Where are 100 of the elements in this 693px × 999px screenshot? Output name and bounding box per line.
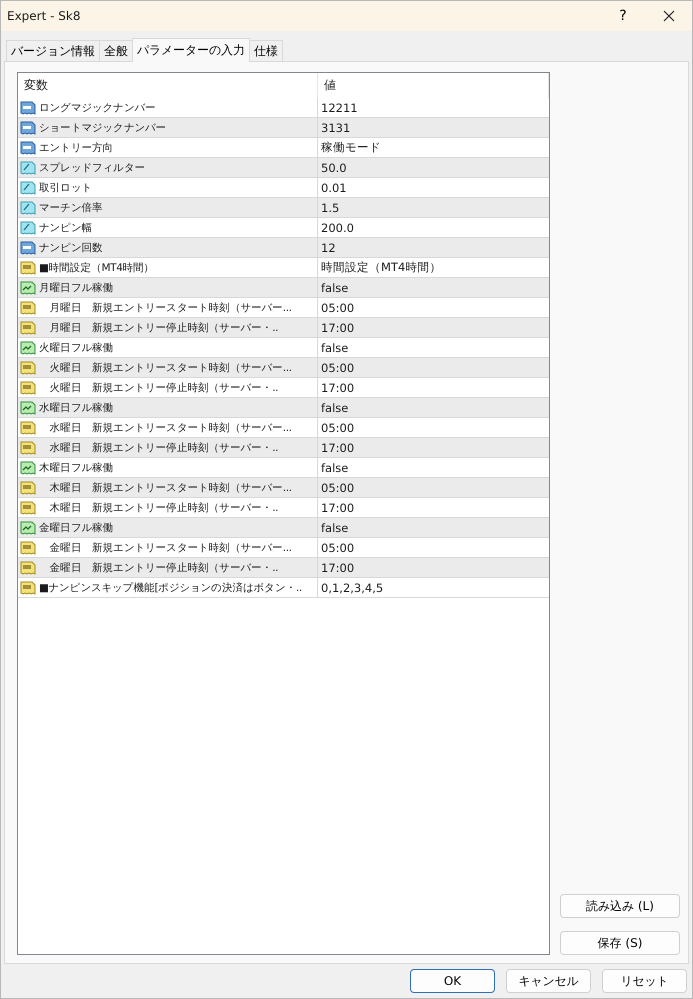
tab[interactable]: バージョン情報 xyxy=(6,40,100,61)
parameter-value: 05:00 xyxy=(320,360,356,376)
parameter-name: ショートマジックナンバー xyxy=(39,120,166,134)
parameter-value: 17:00 xyxy=(320,380,356,396)
tab[interactable]: パラメーターの入力 xyxy=(132,38,250,62)
parameter-name: 水曜日フル稼働 xyxy=(39,400,114,414)
integer-icon xyxy=(20,120,36,136)
toggle-icon xyxy=(20,460,36,476)
text-icon xyxy=(20,540,36,556)
parameter-name: 木曜日 新規エントリースタート時刻（サーバー... xyxy=(48,480,292,494)
parameter-value: 200.0 xyxy=(320,220,355,236)
parameter-value: 12211 xyxy=(320,100,359,116)
table-row[interactable]: ■ナンピンスキップ機能[ポジションの決済はボタン・.. 0,1,2,3,4,5 xyxy=(18,578,549,598)
parameter-name: ■時間設定（MT4時間） xyxy=(39,260,154,274)
table-row[interactable]: ロングマジックナンバー 12211 xyxy=(18,98,549,118)
parameter-value: 05:00 xyxy=(320,300,356,316)
parameter-name: 水曜日 新規エントリースタート時刻（サーバー... xyxy=(48,420,292,434)
fraction-icon xyxy=(20,220,36,236)
parameter-value: 17:00 xyxy=(320,560,356,576)
toggle-icon xyxy=(20,340,36,356)
close-icon xyxy=(663,10,675,22)
parameter-value: false xyxy=(320,400,350,416)
text-icon xyxy=(20,320,36,336)
parameter-name: エントリー方向 xyxy=(39,140,114,154)
table-row[interactable]: 水曜日 新規エントリー停止時刻（サーバー・.. 17:00 xyxy=(18,438,549,458)
parameter-value: 12 xyxy=(320,240,337,256)
parameter-name: 水曜日 新規エントリー停止時刻（サーバー・.. xyxy=(48,440,278,454)
parameter-name: 取引ロット xyxy=(39,180,92,194)
table-row[interactable]: 月曜日フル稼働 false xyxy=(18,278,549,298)
parameter-name: ロングマジックナンバー xyxy=(39,100,156,114)
save-button[interactable]: 保存 (S) xyxy=(560,931,680,955)
parameter-value: 05:00 xyxy=(320,540,356,556)
table-row[interactable]: 金曜日 新規エントリースタート時刻（サーバー... 05:00 xyxy=(18,538,549,558)
table-row[interactable]: ナンピン回数 12 xyxy=(18,238,549,258)
dialog-button[interactable]: OK xyxy=(410,969,495,993)
integer-icon xyxy=(20,140,36,156)
text-icon xyxy=(20,580,36,596)
table-row[interactable]: 火曜日 新規エントリースタート時刻（サーバー... 05:00 xyxy=(18,358,549,378)
parameter-name: 月曜日 新規エントリースタート時刻（サーバー... xyxy=(48,300,292,314)
text-icon xyxy=(20,260,36,276)
parameter-value: 05:00 xyxy=(320,480,356,496)
parameter-value: 0,1,2,3,4,5 xyxy=(320,580,384,596)
dialog-button[interactable]: リセット xyxy=(602,969,687,993)
parameter-name: 金曜日フル稼働 xyxy=(39,520,114,534)
table-row[interactable]: 月曜日 新規エントリー停止時刻（サーバー・.. 17:00 xyxy=(18,318,549,338)
table-row[interactable]: 水曜日フル稼働 false xyxy=(18,398,549,418)
text-icon xyxy=(20,500,36,516)
parameter-name: 金曜日 新規エントリースタート時刻（サーバー... xyxy=(48,540,292,554)
parameter-value: 17:00 xyxy=(320,500,356,516)
table-row[interactable]: 木曜日フル稼働 false xyxy=(18,458,549,478)
table-row[interactable]: 水曜日 新規エントリースタート時刻（サーバー... 05:00 xyxy=(18,418,549,438)
text-icon xyxy=(20,380,36,396)
table-row[interactable]: 取引ロット 0.01 xyxy=(18,178,549,198)
help-button[interactable]: ? xyxy=(600,1,646,31)
parameter-name: ナンピン回数 xyxy=(39,240,103,254)
integer-icon xyxy=(20,240,36,256)
parameter-value: 時間設定（MT4時間） xyxy=(320,259,442,276)
tab[interactable]: 仕様 xyxy=(249,40,283,61)
dialog-button[interactable]: キャンセル xyxy=(506,969,591,993)
parameter-name: スプレッドフィルター xyxy=(39,160,146,174)
parameter-value: false xyxy=(320,340,350,356)
fraction-icon xyxy=(20,180,36,196)
parameter-name: 火曜日 新規エントリースタート時刻（サーバー... xyxy=(48,360,292,374)
parameter-value: 0.01 xyxy=(320,180,348,196)
parameter-value: 17:00 xyxy=(320,440,356,456)
parameter-value: 1.5 xyxy=(320,200,340,216)
table-row[interactable]: エントリー方向 稼働モード xyxy=(18,138,549,158)
parameter-name: 月曜日 新規エントリー停止時刻（サーバー・.. xyxy=(48,320,278,334)
parameter-value: 50.0 xyxy=(320,160,348,176)
load-button[interactable]: 読み込み (L) xyxy=(560,894,680,918)
parameter-value: false xyxy=(320,520,350,536)
fraction-icon xyxy=(20,160,36,176)
table-row[interactable]: 金曜日 新規エントリー停止時刻（サーバー・.. 17:00 xyxy=(18,558,549,578)
integer-icon xyxy=(20,100,36,116)
table-row[interactable]: 金曜日フル稼働 false xyxy=(18,518,549,538)
table-row[interactable]: ショートマジックナンバー 3131 xyxy=(18,118,549,138)
table-row[interactable]: 木曜日 新規エントリースタート時刻（サーバー... 05:00 xyxy=(18,478,549,498)
parameter-name: 金曜日 新規エントリー停止時刻（サーバー・.. xyxy=(48,560,278,574)
toggle-icon xyxy=(20,520,36,536)
text-icon xyxy=(20,560,36,576)
parameter-name: 月曜日フル稼働 xyxy=(39,280,114,294)
parameter-value: 稼働モード xyxy=(320,139,382,156)
table-row[interactable]: 木曜日 新規エントリー停止時刻（サーバー・.. 17:00 xyxy=(18,498,549,518)
table-row[interactable]: ■時間設定（MT4時間） 時間設定（MT4時間） xyxy=(18,258,549,278)
window-title: Expert - Sk8 xyxy=(7,9,82,23)
parameter-name: 火曜日 新規エントリー停止時刻（サーバー・.. xyxy=(48,380,278,394)
parameter-name: マーチン倍率 xyxy=(39,200,103,214)
parameter-value: false xyxy=(320,460,350,476)
parameter-name: ■ナンピンスキップ機能[ポジションの決済はボタン・.. xyxy=(39,580,302,594)
fraction-icon xyxy=(20,200,36,216)
parameter-value: false xyxy=(320,280,350,296)
table-row[interactable]: マーチン倍率 1.5 xyxy=(18,198,549,218)
table-row[interactable]: 火曜日 新規エントリー停止時刻（サーバー・.. 17:00 xyxy=(18,378,549,398)
table-row[interactable]: スプレッドフィルター 50.0 xyxy=(18,158,549,178)
table-row[interactable]: 月曜日 新規エントリースタート時刻（サーバー... 05:00 xyxy=(18,298,549,318)
table-row[interactable]: ナンピン幅 200.0 xyxy=(18,218,549,238)
toggle-icon xyxy=(20,280,36,296)
table-row[interactable]: 火曜日フル稼働 false xyxy=(18,338,549,358)
parameter-name: ナンピン幅 xyxy=(39,220,92,234)
text-icon xyxy=(20,360,36,376)
